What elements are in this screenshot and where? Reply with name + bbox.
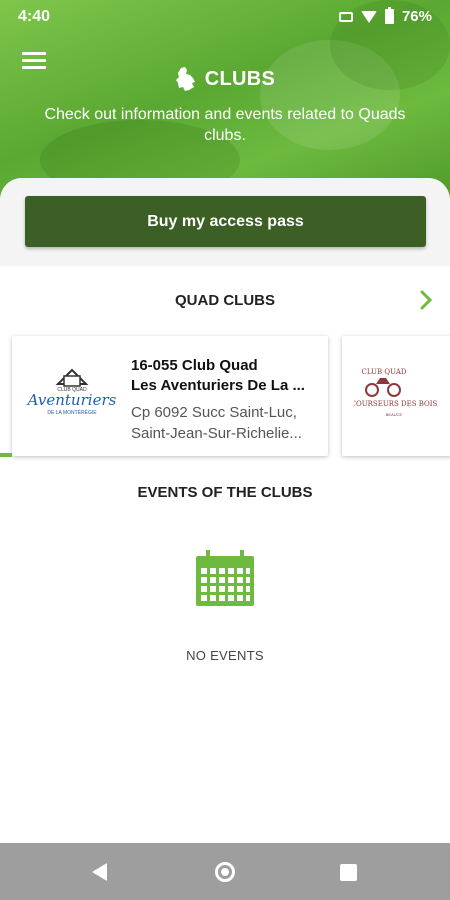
access-pass-panel: Buy my access pass xyxy=(0,178,450,266)
battery-percent: 76% xyxy=(401,8,432,25)
wifi-icon xyxy=(360,10,377,23)
home-icon[interactable] xyxy=(215,862,235,882)
club-card[interactable]: CLUB QUAD COURSEURS DES BOIS BEAUCE xyxy=(342,336,450,456)
quebec-map-icon xyxy=(175,67,195,91)
quad-clubs-title: QUAD CLUBS xyxy=(175,292,275,309)
recent-apps-icon[interactable] xyxy=(340,864,357,881)
page-subtitle: Check out information and events related… xyxy=(44,106,406,144)
logo-top-text: CLUB QUAD xyxy=(362,368,407,376)
club-name-line2: Les Aventuriers De La ... xyxy=(131,377,305,394)
carousel-scroll-indicator xyxy=(0,453,12,457)
club-address-line1: Cp 6092 Succ Saint-Luc, xyxy=(131,404,297,421)
club-address: Cp 6092 Succ Saint-Luc, Saint-Jean-Sur-R… xyxy=(131,402,321,444)
status-time: 4:40 xyxy=(18,8,51,25)
logo-sub-text: DE LA MONTÉRÉGIE xyxy=(47,409,97,416)
club-logo-coureurs: CLUB QUAD COURSEURS DES BOIS BEAUCE xyxy=(354,368,438,417)
chevron-right-icon[interactable] xyxy=(416,290,436,310)
page-header: CLUBS xyxy=(0,66,450,92)
back-icon[interactable] xyxy=(92,863,107,881)
club-name-line1: 16-055 Club Quad xyxy=(131,357,258,374)
battery-icon xyxy=(384,7,394,24)
main-content: Buy my access pass QUAD CLUBS CLUB QUAD … xyxy=(0,178,450,843)
club-name: 16-055 Club Quad Les Aventuriers De La .… xyxy=(131,356,321,396)
buy-access-pass-button[interactable]: Buy my access pass xyxy=(25,196,426,247)
events-title: EVENTS OF THE CLUBS xyxy=(137,484,313,501)
page-title: CLUBS xyxy=(204,67,276,90)
club-card[interactable]: CLUB QUAD Aventuriers DE LA MONTÉRÉGIE 1… xyxy=(12,336,328,456)
logo-sub-text: BEAUCE xyxy=(386,412,403,417)
logo-main-text: COURSEURS DES BOIS xyxy=(354,400,438,408)
status-bar: 4:40 76% xyxy=(0,0,450,34)
club-address-line2: Saint-Jean-Sur-Richelie... xyxy=(131,425,302,442)
calendar-icon xyxy=(196,550,254,606)
logo-main-text: Aventuriers xyxy=(26,391,117,409)
no-events-text: NO EVENTS xyxy=(186,648,264,663)
system-nav-bar xyxy=(0,843,450,900)
vibrate-icon xyxy=(338,11,353,22)
club-logo-aventuriers: CLUB QUAD Aventuriers DE LA MONTÉRÉGIE xyxy=(26,368,117,416)
